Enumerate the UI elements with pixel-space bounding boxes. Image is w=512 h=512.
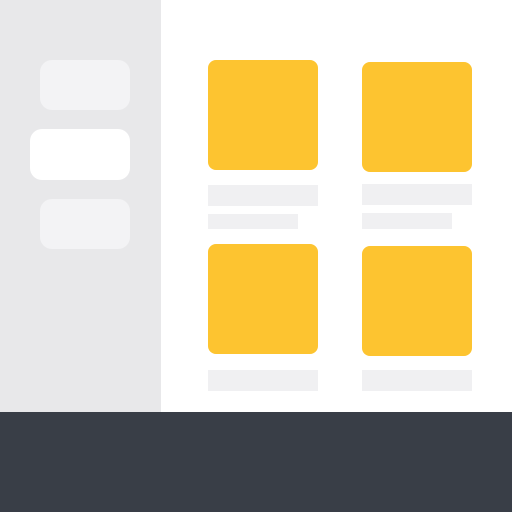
footer-bar xyxy=(0,412,512,512)
sidebar-item-2-selected[interactable] xyxy=(30,129,130,180)
card-4-thumbnail[interactable] xyxy=(362,246,472,356)
content-area xyxy=(161,0,512,412)
card-1-thumbnail[interactable] xyxy=(208,60,318,170)
sidebar xyxy=(0,0,161,412)
card-2-title-placeholder xyxy=(362,184,472,205)
card-2-subtitle-placeholder xyxy=(362,213,452,229)
sidebar-item-1[interactable] xyxy=(40,60,130,110)
card-4-title-placeholder xyxy=(362,370,472,391)
card-1-title-placeholder xyxy=(208,185,318,206)
card-1-subtitle-placeholder xyxy=(208,214,298,229)
sidebar-item-3[interactable] xyxy=(40,199,130,249)
app-window xyxy=(0,0,512,512)
card-2-thumbnail[interactable] xyxy=(362,62,472,172)
card-3-title-placeholder xyxy=(208,370,318,391)
card-3-thumbnail[interactable] xyxy=(208,244,318,354)
